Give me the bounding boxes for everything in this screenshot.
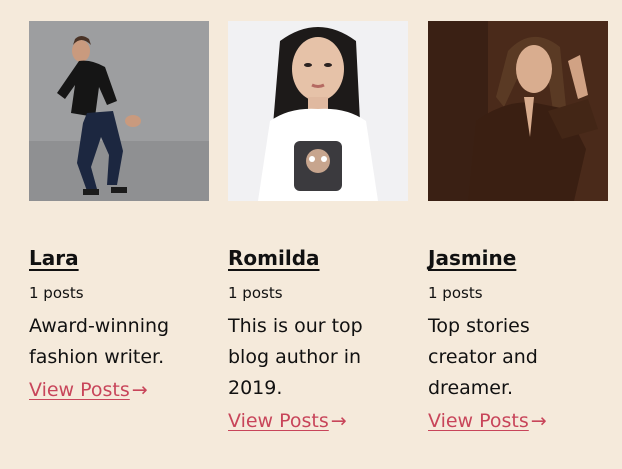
post-count: 1 posts (228, 284, 283, 302)
view-posts-label: View Posts (228, 410, 329, 432)
author-card-romilda: Romilda 1 posts This is our top blog aut… (228, 21, 410, 434)
post-count: 1 posts (29, 284, 84, 302)
view-posts-link[interactable]: View Posts → (228, 408, 347, 434)
view-posts-link[interactable]: View Posts → (428, 408, 547, 434)
view-posts-label: View Posts (428, 410, 529, 432)
arrow-right-icon: → (330, 410, 347, 432)
author-name[interactable]: Romilda (228, 246, 320, 270)
arrow-right-icon: → (530, 410, 547, 432)
author-grid: Lara 1 posts Award-winning fashion write… (0, 0, 622, 469)
view-posts-label: View Posts (29, 379, 130, 401)
post-count: 1 posts (428, 284, 483, 302)
author-name[interactable]: Jasmine (428, 246, 516, 270)
author-name[interactable]: Lara (29, 246, 79, 270)
author-card-jasmine: Jasmine 1 posts Top stories creator and … (428, 21, 610, 434)
author-bio: Award-winning fashion writer. (29, 315, 170, 368)
view-posts-link[interactable]: View Posts → (29, 377, 148, 403)
author-photo[interactable] (428, 21, 608, 201)
author-photo[interactable] (228, 21, 408, 201)
author-photo[interactable] (29, 21, 209, 201)
author-bio: Top stories creator and dreamer. (428, 315, 538, 399)
arrow-right-icon: → (131, 379, 148, 401)
author-card-lara: Lara 1 posts Award-winning fashion write… (29, 21, 211, 403)
author-bio: This is our top blog author in 2019. (228, 315, 363, 399)
